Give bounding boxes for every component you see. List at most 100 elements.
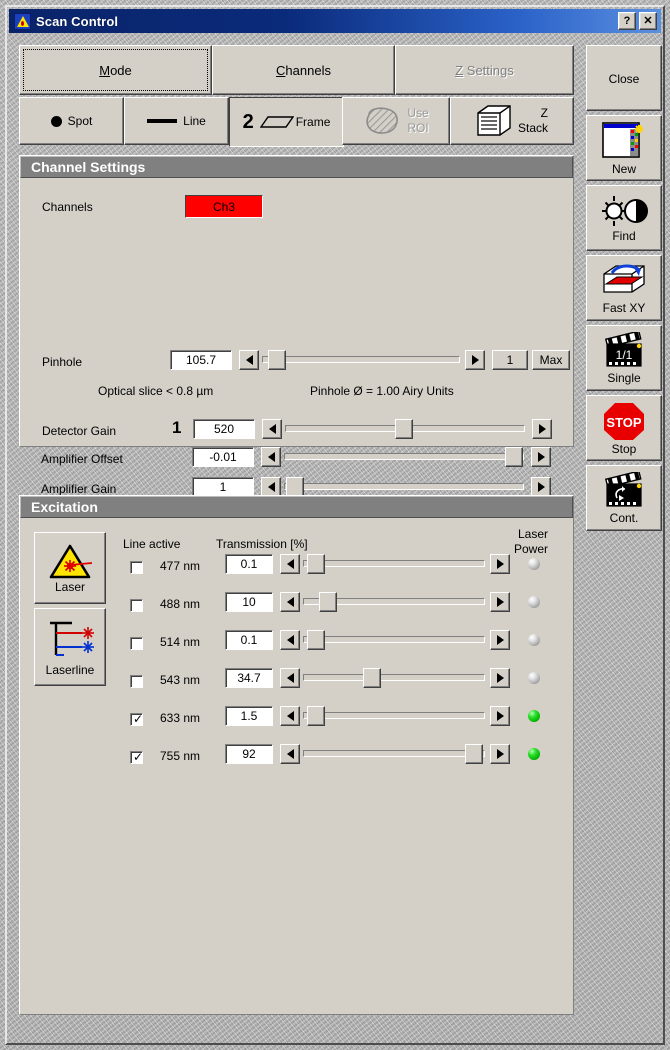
wavelength-label-488: 488 nm [160, 597, 201, 611]
slider-thumb[interactable] [306, 706, 325, 726]
transmission-increment-633[interactable] [490, 706, 510, 726]
amplifier-gain-increment-button[interactable] [531, 477, 551, 497]
slider-thumb[interactable] [464, 744, 483, 764]
transmission-slider-755[interactable] [303, 744, 485, 764]
tab-mode-label: Mode [99, 62, 132, 78]
transmission-input-633[interactable]: 1.5 [225, 706, 273, 726]
mode-button-use-roi[interactable]: Use ROI [342, 97, 450, 145]
mode-button-z-stack[interactable]: Z Stack [450, 97, 574, 145]
transmission-increment-755[interactable] [490, 744, 510, 764]
stop-button[interactable]: STOP Stop [586, 395, 662, 461]
transmission-input-477[interactable]: 0.1 [225, 554, 273, 574]
single-button[interactable]: 1/1 Single [586, 325, 662, 391]
detector-gain-slider-thumb[interactable] [395, 419, 414, 439]
detector-gain-decrement-button[interactable] [262, 419, 282, 439]
slider-track [303, 674, 485, 681]
chevron-right-icon [538, 424, 546, 434]
slider-thumb[interactable] [363, 668, 382, 688]
close-window-button[interactable]: ✕ [639, 12, 657, 30]
detector-gain-slider[interactable] [285, 419, 525, 439]
wavelength-label-477: 477 nm [160, 559, 201, 573]
find-brightness-contrast-icon [600, 194, 648, 228]
channels-label: Channels [42, 200, 93, 214]
spot-icon [50, 115, 62, 127]
transmission-input-755[interactable]: 92 [225, 744, 273, 764]
new-button[interactable]: New [586, 115, 662, 181]
tab-channels[interactable]: Channels [212, 45, 395, 95]
laser-power-led-633 [528, 710, 540, 722]
transmission-decrement-514[interactable] [280, 630, 300, 650]
fast-xy-button[interactable]: Fast XY [586, 255, 662, 321]
transmission-slider-633[interactable] [303, 706, 485, 726]
line-active-checkbox-514[interactable] [130, 637, 143, 650]
transmission-decrement-543[interactable] [280, 668, 300, 688]
amplifier-offset-slider-track [284, 453, 524, 460]
amplifier-offset-increment-button[interactable] [531, 447, 551, 467]
fast-xy-icon [600, 262, 648, 300]
transmission-increment-543[interactable] [490, 668, 510, 688]
slider-thumb[interactable] [319, 592, 338, 612]
amplifier-offset-slider[interactable] [284, 447, 524, 467]
amplifier-offset-slider-thumb[interactable] [504, 447, 523, 467]
transmission-increment-514[interactable] [490, 630, 510, 650]
detector-gain-input[interactable]: 520 [193, 419, 255, 439]
mode-button-use-roi-label-2: ROI [407, 121, 429, 135]
wavelength-label-514: 514 nm [160, 635, 201, 649]
pinhole-slider[interactable] [262, 350, 460, 370]
transmission-input-543[interactable]: 34.7 [225, 668, 273, 688]
pinhole-increment-button[interactable] [465, 350, 485, 370]
laser-button[interactable]: Laser [34, 532, 106, 604]
chevron-left-icon [245, 355, 253, 365]
laser-power-led-477 [528, 558, 540, 570]
mode-button-line[interactable]: Line [124, 97, 229, 145]
transmission-decrement-477[interactable] [280, 554, 300, 574]
transmission-slider-514[interactable] [303, 630, 485, 650]
line-active-checkbox-755[interactable]: ✓ [130, 751, 143, 764]
pinhole-value-input[interactable]: 105.7 [170, 350, 232, 370]
channel-button-ch3[interactable]: Ch3 [185, 195, 263, 218]
slider-thumb[interactable] [306, 630, 325, 650]
single-button-label: Single [607, 370, 641, 385]
help-button[interactable]: ? [618, 12, 636, 30]
amplifier-gain-label: Amplifier Gain [41, 482, 117, 496]
pinhole-one-airy-button[interactable]: 1 [492, 350, 528, 370]
amplifier-gain-slider[interactable] [284, 477, 524, 497]
transmission-increment-488[interactable] [490, 592, 510, 612]
line-active-checkbox-488[interactable] [130, 599, 143, 612]
mode-button-frame[interactable]: 2 Frame [229, 97, 344, 147]
line-active-checkbox-477[interactable] [130, 561, 143, 574]
amplifier-offset-decrement-button[interactable] [261, 447, 281, 467]
transmission-slider-488[interactable] [303, 592, 485, 612]
transmission-slider-543[interactable] [303, 668, 485, 688]
line-active-checkbox-633[interactable]: ✓ [130, 713, 143, 726]
transmission-slider-477[interactable] [303, 554, 485, 574]
tab-mode[interactable]: Mode [19, 45, 212, 95]
title-bar: Scan Control ? ✕ [9, 9, 661, 33]
amplifier-gain-input[interactable]: 1 [192, 477, 254, 497]
find-button[interactable]: Find [586, 185, 662, 251]
pinhole-slider-thumb[interactable] [267, 350, 286, 370]
slider-thumb[interactable] [306, 554, 325, 574]
amplifier-gain-decrement-button[interactable] [261, 477, 281, 497]
transmission-decrement-755[interactable] [280, 744, 300, 764]
transmission-input-514[interactable]: 0.1 [225, 630, 273, 650]
chevron-left-icon [286, 749, 294, 759]
amplifier-gain-slider-thumb[interactable] [286, 477, 305, 497]
cont-button[interactable]: Cont. [586, 465, 662, 531]
detector-gain-increment-button[interactable] [532, 419, 552, 439]
line-icon [147, 119, 178, 123]
pinhole-decrement-button[interactable] [239, 350, 259, 370]
transmission-input-488[interactable]: 10 [225, 592, 273, 612]
mode-button-spot[interactable]: Spot [19, 97, 124, 145]
tab-z-settings[interactable]: Z Settings [395, 45, 574, 95]
transmission-decrement-488[interactable] [280, 592, 300, 612]
laserline-button[interactable]: Laserline [34, 608, 106, 686]
chevron-right-icon [537, 452, 545, 462]
transmission-increment-477[interactable] [490, 554, 510, 574]
pinhole-max-button[interactable]: Max [532, 350, 570, 370]
amplifier-offset-input[interactable]: -0.01 [192, 447, 254, 467]
line-active-checkbox-543[interactable] [130, 675, 143, 688]
close-button[interactable]: Close [586, 45, 662, 111]
transmission-decrement-633[interactable] [280, 706, 300, 726]
laser-power-led-488 [528, 596, 540, 608]
